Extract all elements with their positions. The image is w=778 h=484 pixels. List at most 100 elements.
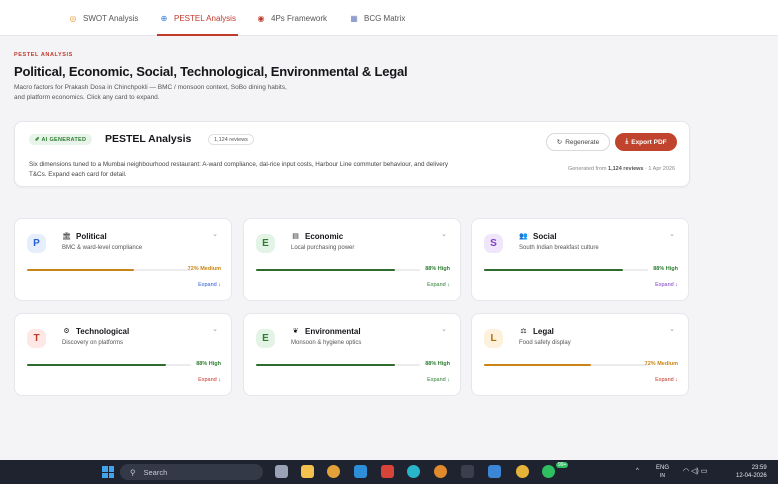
button-label: Export PDF <box>631 138 667 146</box>
export-pdf-button[interactable]: ⤓ Export PDF <box>615 133 677 151</box>
ai-summary-panel: ✐ AI GENERATED PESTEL Analysis 1,124 rev… <box>14 121 690 187</box>
gen-date: · 1 Apr 2026 <box>645 166 675 172</box>
pestel-card-environmental[interactable]: E ❦ Environmental Monsoon & hygiene opti… <box>243 313 461 396</box>
description-line: T&Cs. Expand each card for detail. <box>29 171 127 178</box>
expand-link[interactable]: Expand ↓ <box>198 377 221 383</box>
ai-generated-badge: ✐ AI GENERATED <box>29 134 93 145</box>
page-description: Macro factors for Prakash Dosa in Chinch… <box>14 83 374 103</box>
chevron-down-icon[interactable]: ⌄ <box>669 325 675 333</box>
score-label: 88% High <box>425 361 450 367</box>
score-bar <box>484 364 591 366</box>
tab-pestel[interactable]: ⊕ PESTEL Analysis <box>157 0 238 36</box>
card-title: Environmental <box>305 327 361 336</box>
scales-icon: ⚖ <box>520 328 527 335</box>
clock[interactable]: 23:59 12-04-2026 <box>736 464 767 480</box>
search-placeholder: Search <box>143 467 168 477</box>
score-track <box>256 269 420 271</box>
chart-icon: ▦ <box>350 13 358 23</box>
factor-letter-badge: L <box>484 329 503 348</box>
browser-icon[interactable] <box>407 465 420 478</box>
pestel-card-social[interactable]: S 👥 Social South Indian breakfast cultur… <box>471 218 689 301</box>
card-subtitle: Discovery on platforms <box>62 340 124 346</box>
tab-swot[interactable]: ◎ SWOT Analysis <box>68 0 139 36</box>
card-subtitle: Monsoon & hygiene optics <box>291 340 362 346</box>
tab-4ps[interactable]: ◉ 4Ps Framework <box>256 0 328 36</box>
score-track <box>484 364 648 366</box>
file-explorer-icon[interactable] <box>301 465 314 478</box>
score-bar <box>27 269 134 271</box>
pestel-card-technological[interactable]: T ⚙ Technological Discovery on platforms… <box>14 313 232 396</box>
factor-letter-badge: P <box>27 234 46 253</box>
regenerate-button[interactable]: ↻ Regenerate <box>546 133 610 151</box>
refresh-icon: ↻ <box>556 139 563 146</box>
score-label: 72% Medium <box>644 361 678 367</box>
chrome-icon[interactable] <box>327 465 340 478</box>
building-icon: 🏛 <box>62 233 71 240</box>
ledger-icon: ▤ <box>292 233 299 240</box>
cog-icon: ⚙ <box>63 328 70 335</box>
chevron-down-icon[interactable]: ⌄ <box>441 325 447 333</box>
score-label: 88% High <box>196 361 221 367</box>
tab-label: PESTEL Analysis <box>174 13 236 23</box>
page-title: Political, Economic, Social, Technologic… <box>14 64 408 79</box>
wifi-volume-battery-icons[interactable]: ◠ ◁) ▭ <box>683 467 707 475</box>
pestel-card-legal[interactable]: L ⚖ Legal Food safety display ⌄ 72% Medi… <box>471 313 689 396</box>
pestel-card-economic[interactable]: E ▤ Economic Local purchasing power ⌄ 88… <box>243 218 461 301</box>
tab-label: SWOT Analysis <box>83 13 139 23</box>
chevron-down-icon[interactable]: ⌄ <box>212 230 218 238</box>
photos-icon[interactable] <box>488 465 501 478</box>
chrome-alt-icon[interactable] <box>516 465 529 478</box>
expand-link[interactable]: Expand ↓ <box>655 282 678 288</box>
gen-prefix: Generated from <box>567 166 607 172</box>
card-subtitle: South Indian breakfast culture <box>519 245 599 251</box>
description-line: Macro factors for Prakash Dosa in Chinch… <box>14 84 287 91</box>
tray-chevron-icon[interactable]: ^ <box>636 468 639 474</box>
vscode-icon[interactable] <box>354 465 367 478</box>
app-icon[interactable] <box>381 465 394 478</box>
tab-label: BCG Matrix <box>364 13 406 23</box>
generated-from-note: Generated from 1,124 reviews · 1 Apr 202… <box>568 166 675 172</box>
taskbar-search[interactable]: ⚲ Search <box>120 464 263 480</box>
description-line: Six dimensions tuned to a Mumbai neighbo… <box>29 161 448 168</box>
gen-reviews: 1,124 reviews <box>608 166 644 172</box>
card-title: Economic <box>305 232 344 241</box>
chrome-profile-icon[interactable] <box>434 465 447 478</box>
card-subtitle: BMC & ward-level compliance <box>62 245 143 251</box>
dartboard-icon: ◉ <box>257 13 265 23</box>
notification-badge: 99+ <box>556 462 569 468</box>
pestel-card-political[interactable]: P 🏛 Political BMC & ward-level complianc… <box>14 218 232 301</box>
people-icon: 👥 <box>519 233 528 240</box>
score-label: 88% High <box>653 266 678 272</box>
card-subtitle: Local purchasing power <box>291 245 355 251</box>
module-tabs: ◎ SWOT Analysis ⊕ PESTEL Analysis ◉ 4Ps … <box>0 0 778 36</box>
chevron-down-icon[interactable]: ⌄ <box>212 325 218 333</box>
expand-link[interactable]: Expand ↓ <box>655 377 678 383</box>
expand-link[interactable]: Expand ↓ <box>427 377 450 383</box>
whatsapp-icon[interactable] <box>542 465 555 478</box>
button-label: Regenerate <box>565 138 600 146</box>
expand-link[interactable]: Expand ↓ <box>427 282 450 288</box>
factor-letter-badge: E <box>256 234 275 253</box>
chevron-down-icon[interactable]: ⌄ <box>669 230 675 238</box>
expand-link[interactable]: Expand ↓ <box>198 282 221 288</box>
tab-bcg[interactable]: ▦ BCG Matrix <box>349 0 405 36</box>
factor-letter-badge: E <box>256 329 275 348</box>
terminal-icon[interactable] <box>461 465 474 478</box>
task-view-icon[interactable] <box>275 465 288 478</box>
section-eyebrow: PESTEL ANALYSIS <box>14 52 73 58</box>
panel-description: Six dimensions tuned to a Mumbai neighbo… <box>29 160 549 180</box>
language-indicator[interactable]: ENG IN <box>656 464 669 480</box>
date: 12-04-2026 <box>736 473 767 479</box>
target-icon: ◎ <box>69 13 77 23</box>
windows-start-icon[interactable] <box>102 466 114 478</box>
page-header: PESTEL ANALYSIS Political, Economic, Soc… <box>14 52 614 103</box>
score-bar <box>27 364 167 366</box>
score-track <box>27 269 191 271</box>
score-track <box>256 364 420 366</box>
score-track <box>27 364 191 366</box>
score-bar <box>256 269 396 271</box>
score-label: 72% Medium <box>187 266 221 272</box>
chevron-down-icon[interactable]: ⌄ <box>441 230 447 238</box>
score-bar <box>256 364 396 366</box>
factor-letter-badge: S <box>484 234 503 253</box>
